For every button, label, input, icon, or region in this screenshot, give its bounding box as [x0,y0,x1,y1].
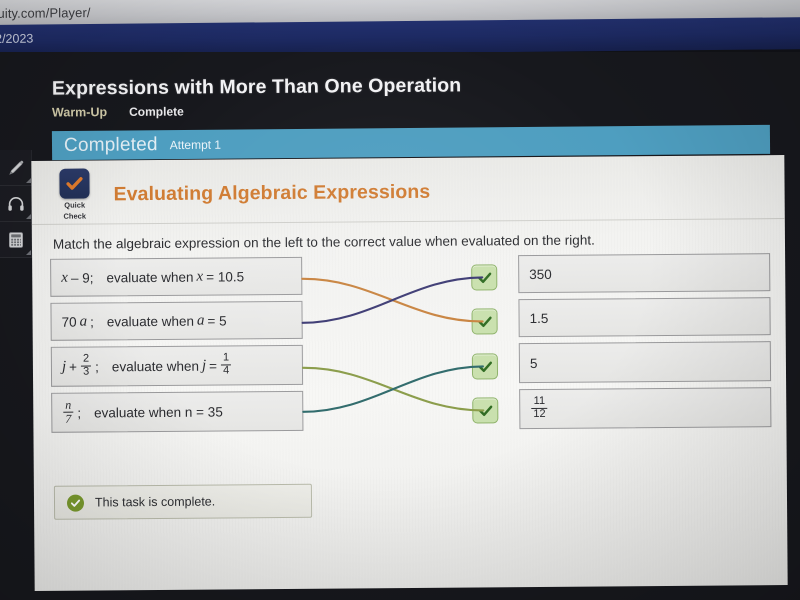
quick-check-label-line1: Quick [64,200,86,210]
tile-expression: x – 9; evaluate when x = 10.5 [61,268,244,286]
text-run: = 10.5 [206,268,245,285]
quick-check-icon [59,168,90,199]
text-run: 70 [61,314,77,330]
fraction-numerator: 1 [222,351,230,364]
text-run: = [209,358,218,374]
tile-expression: n 7; evaluate when n = 35 [62,397,223,426]
fraction: 11 12 [531,394,548,421]
matching-activity: x – 9; evaluate when x = 10.5 70 a; evaluate… [50,253,772,439]
value-column: 350 1.5 5 11 12 [518,253,772,435]
text-run: ; [77,405,82,421]
match-expression-tile[interactable]: x – 9; evaluate when x = 10.5 [50,256,303,297]
match-connector-line [302,365,485,413]
variable: x [61,269,68,286]
headphones-icon [8,196,24,211]
text-run: – 9; [70,269,94,286]
screen-photo: nuity.com/Player/ 22/2023 Expressions wi… [0,0,800,600]
text-run: ; [90,313,94,330]
tool-corner-indicator [26,214,31,219]
highlighter-tool-button[interactable] [0,150,32,186]
browser-url-text: nuity.com/Player/ [0,5,91,21]
fraction: 23 [80,352,92,378]
lesson-stage-status: Complete [129,104,184,119]
calculator-tool-button[interactable] [0,222,32,258]
tile-expression: 350 [529,266,552,281]
variable: x [196,268,204,285]
match-value-tile[interactable]: 350 [518,253,771,294]
match-expression-tile[interactable]: 70 a; evaluate when a = 5 [50,300,303,341]
match-connector-line [301,276,484,324]
text-run: ; [95,358,99,374]
text-run: + [69,359,78,375]
variable: j [61,358,67,375]
pencil-icon [9,160,24,175]
check-circle-icon [70,499,81,507]
connector-lines [301,276,485,413]
quick-check-header: Quick Check Evaluating Algebraic Express… [51,166,430,221]
fraction-denominator: 7 [63,411,74,426]
text-run: evaluate when [111,358,200,374]
match-expression-tile[interactable]: n 7; evaluate when n = 35 [51,390,304,433]
fraction-numerator: n [65,397,72,412]
tile-expression: 11 12 [530,394,548,421]
lesson-title: Expressions with More Than One Operation [51,74,462,100]
text-run: 350 [529,266,552,282]
tile-expression: 70 a; evaluate when a = 5 [62,312,227,330]
match-expression-tile[interactable]: j + 2 3; evaluate when j = 14 [50,344,304,387]
variable: a [79,313,88,330]
fraction-denominator: 3 [80,365,92,378]
text-run: evaluate when [106,313,195,329]
activity-title: Evaluating Algebraic Expressions [113,180,431,205]
fraction-denominator: 4 [221,364,232,377]
tile-expression: j + 2 3; evaluate when j = 14 [61,351,232,378]
lesson-stage-label: Warm-Up [51,105,108,120]
text-run: evaluate when n = 35 [94,403,223,420]
calculator-icon [9,231,23,248]
text-run: 5 [529,355,538,371]
quick-check-badge: Quick Check [51,168,97,221]
completed-status-text: Completed [63,133,158,156]
expression-column: x – 9; evaluate when x = 10.5 70 a; evaluate… [50,256,304,439]
variable: j [201,357,207,374]
activity-card: Quick Check Evaluating Algebraic Express… [31,155,788,591]
fraction: n7 [63,397,74,426]
text-run: = 5 [207,312,227,329]
fraction-denominator: 12 [531,407,548,421]
tile-expression: 1.5 [530,310,549,325]
task-complete-icon [66,494,85,512]
match-value-tile[interactable]: 5 [518,341,772,384]
tool-corner-indicator [26,250,31,255]
task-complete-text: This task is complete. [94,494,216,510]
fraction-numerator: 2 [82,352,90,365]
task-complete-box: This task is complete. [53,483,313,520]
fraction-numerator: 11 [533,394,546,408]
checkmark-icon [66,177,83,190]
text-run: 1.5 [529,310,549,326]
match-value-tile[interactable]: 1.5 [518,297,771,338]
tool-rail [0,150,32,258]
lesson-subheader: Warm-Up Complete [52,104,184,119]
instruction-text: Match the algebraic expression on the le… [52,232,595,252]
attempt-label: Attempt 1 [169,137,222,152]
audio-tool-button[interactable] [0,186,32,222]
tool-corner-indicator [26,178,31,183]
text-run: evaluate when [106,269,194,285]
match-value-tile[interactable]: 11 12 [519,387,772,430]
fraction: 14 [221,351,232,377]
quick-check-label-line2: Check [63,211,87,221]
tile-expression: 5 [530,355,538,370]
header-date: 22/2023 [0,31,34,46]
variable: a [196,312,205,329]
